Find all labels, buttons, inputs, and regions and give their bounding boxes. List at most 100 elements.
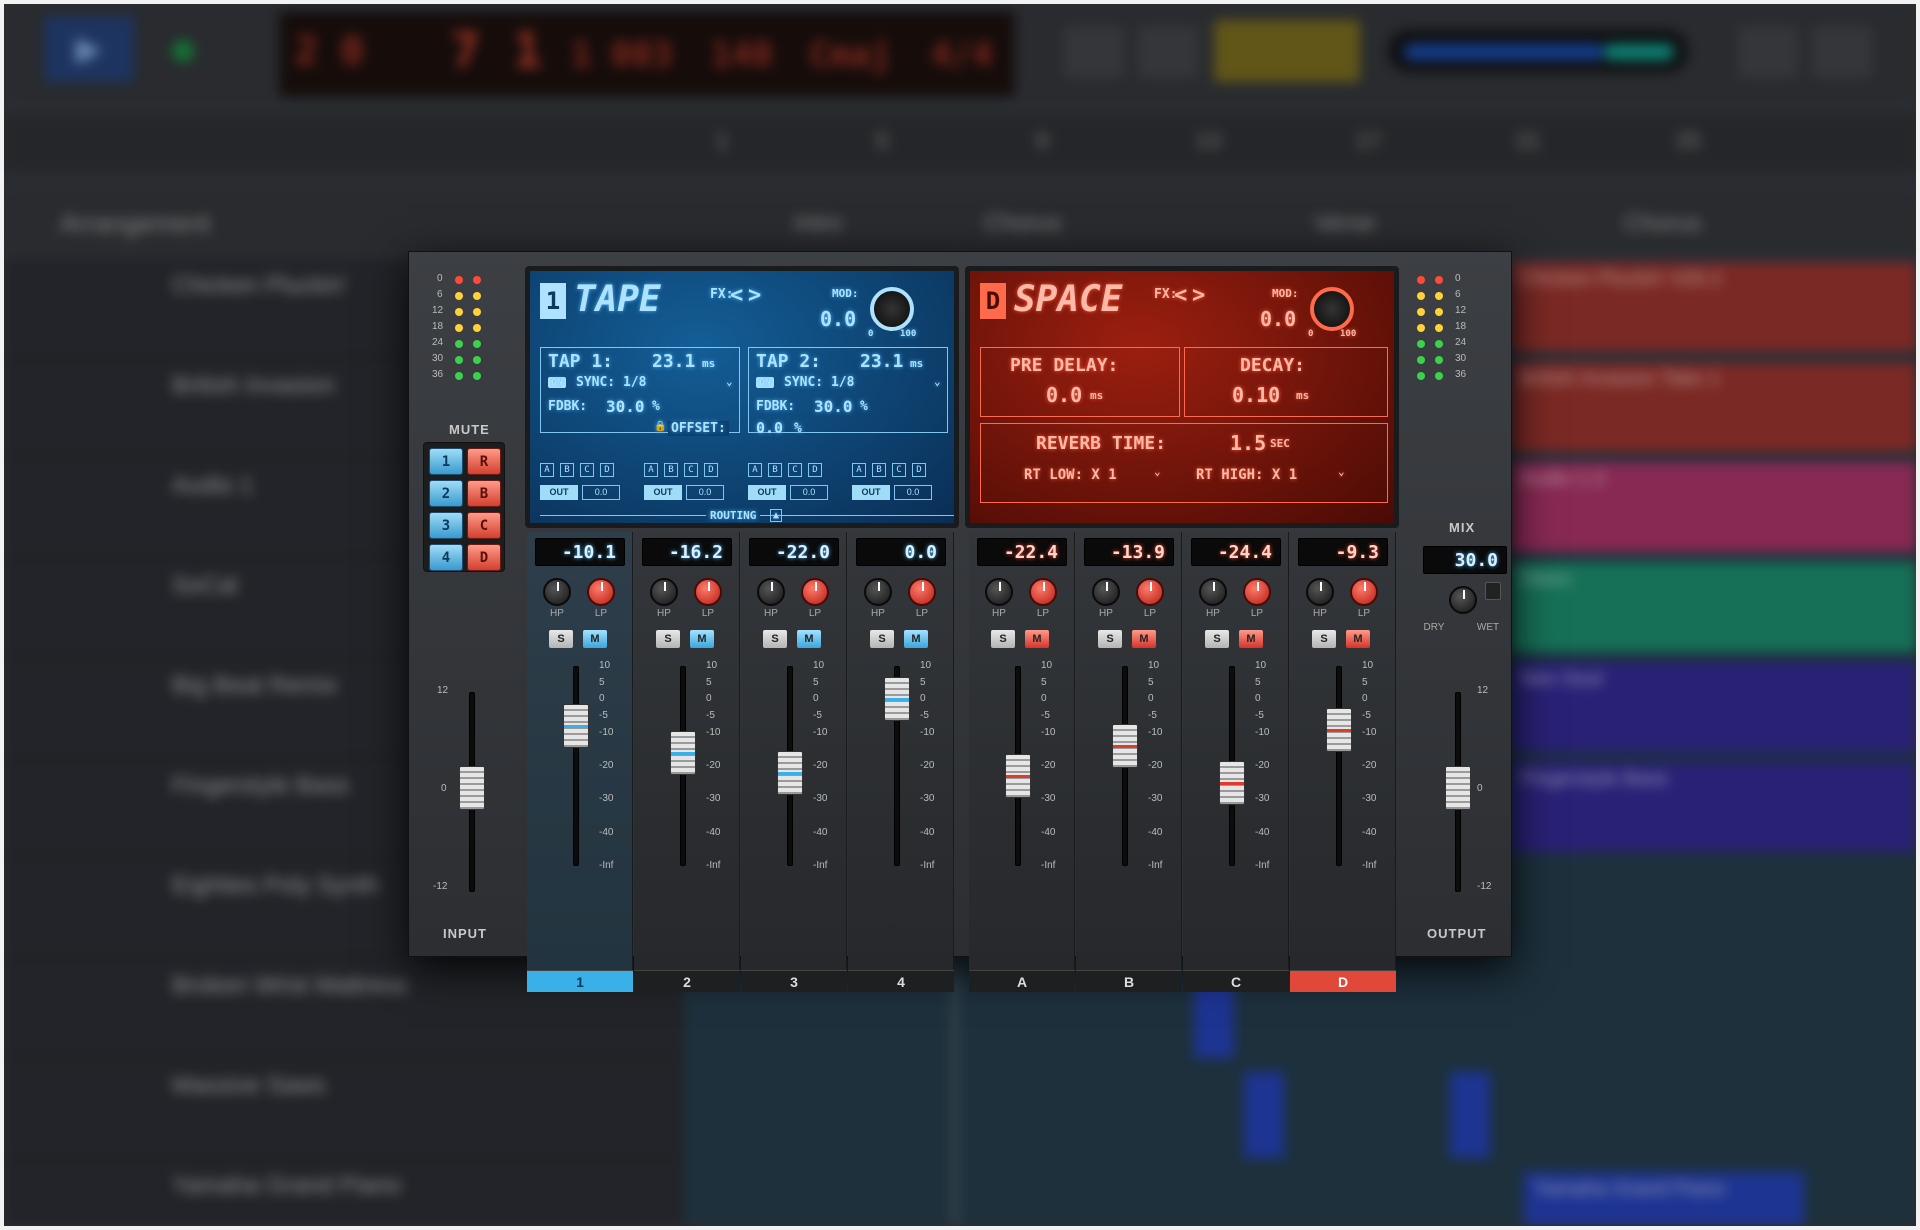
- tap2-fdbk-value[interactable]: 30.0: [814, 397, 853, 416]
- routing-checkbox[interactable]: C: [892, 463, 906, 477]
- hp-knob[interactable]: [985, 578, 1013, 606]
- hp-knob[interactable]: [1092, 578, 1120, 606]
- input-fader[interactable]: [459, 766, 485, 810]
- tap2-sync[interactable]: SYNC: 1/8: [784, 375, 854, 390]
- lp-knob[interactable]: [694, 578, 722, 606]
- region[interactable]: British Invasion Take 1: [1510, 362, 1916, 452]
- channel-tab[interactable]: C: [1183, 970, 1289, 992]
- hp-knob[interactable]: [543, 578, 571, 606]
- track-header[interactable]: Massive Saws: [4, 1058, 684, 1158]
- lp-knob[interactable]: [801, 578, 829, 606]
- region[interactable]: [1450, 1072, 1490, 1158]
- tap1-sync-dropdown-icon[interactable]: ⌄: [726, 375, 733, 388]
- routing-checkbox[interactable]: A: [852, 463, 866, 477]
- hp-knob[interactable]: [1306, 578, 1334, 606]
- channel-fader[interactable]: [1219, 760, 1245, 805]
- channel-tab[interactable]: D: [1290, 970, 1396, 992]
- rt-high-dropdown-icon[interactable]: ⌄: [1338, 465, 1345, 478]
- hp-knob[interactable]: [757, 578, 785, 606]
- predelay-value[interactable]: 0.0: [1046, 383, 1082, 407]
- lp-knob[interactable]: [1029, 578, 1057, 606]
- routing-checkbox[interactable]: B: [664, 463, 678, 477]
- channel-tab[interactable]: B: [1076, 970, 1182, 992]
- routing-out-value[interactable]: 0.0: [582, 485, 620, 500]
- hp-knob[interactable]: [650, 578, 678, 606]
- routing-checkbox[interactable]: C: [580, 463, 594, 477]
- channel-value-display[interactable]: 0.0: [856, 538, 946, 566]
- lp-knob[interactable]: [1243, 578, 1271, 606]
- toolbar-button-1[interactable]: [1738, 26, 1798, 78]
- channel-value-display[interactable]: -22.0: [749, 538, 839, 566]
- rt-low-select[interactable]: RT LOW: X 1: [1024, 467, 1117, 483]
- tape-mod-knob[interactable]: [870, 287, 914, 331]
- lp-knob[interactable]: [1136, 578, 1164, 606]
- mute-button-2[interactable]: 2: [429, 480, 463, 507]
- mute-toggle-button[interactable]: M: [1346, 630, 1370, 648]
- mute-button-1[interactable]: 1: [429, 448, 463, 475]
- routing-checkbox[interactable]: B: [768, 463, 782, 477]
- tap2-sync-dropdown-icon[interactable]: ⌄: [934, 375, 941, 388]
- decay-value[interactable]: 0.10: [1232, 383, 1280, 407]
- region[interactable]: Yamaha Grand Piano: [1524, 1172, 1804, 1226]
- channel-value-display[interactable]: -22.4: [977, 538, 1067, 566]
- toolbar-button-2[interactable]: [1812, 26, 1872, 78]
- solo-button[interactable]: S: [991, 630, 1015, 648]
- routing-collapse-icon[interactable]: ▲: [770, 509, 783, 522]
- mute-toggle-button[interactable]: M: [1132, 630, 1156, 648]
- channel-tab[interactable]: 2: [634, 970, 740, 992]
- region[interactable]: Chicken Pluckin' #26.2: [1510, 262, 1916, 352]
- mute-button-4[interactable]: 4: [429, 544, 463, 571]
- tap1-value[interactable]: 23.1: [652, 351, 695, 372]
- region[interactable]: Fingerstyle Bass: [1510, 762, 1916, 852]
- solo-button[interactable]: S: [870, 630, 894, 648]
- region[interactable]: Neo Soul: [1510, 662, 1916, 752]
- channel-fader[interactable]: [884, 677, 910, 721]
- tap2-value[interactable]: 23.1: [860, 351, 903, 372]
- routing-out-value[interactable]: 0.0: [686, 485, 724, 500]
- space-fx-prev-icon[interactable]: <: [1174, 283, 1187, 308]
- hp-knob[interactable]: [1199, 578, 1227, 606]
- mute-toggle-button[interactable]: M: [1239, 630, 1263, 648]
- routing-out-value[interactable]: 0.0: [790, 485, 828, 500]
- tap1-fdbk-value[interactable]: 30.0: [606, 397, 645, 416]
- solo-button[interactable]: S: [549, 630, 573, 648]
- dry-wet-knob[interactable]: [1449, 586, 1477, 614]
- lock-button[interactable]: [1214, 20, 1360, 82]
- channel-value-display[interactable]: -13.9: [1084, 538, 1174, 566]
- routing-out-button[interactable]: OUT: [852, 485, 890, 500]
- channel-value-display[interactable]: -16.2: [642, 538, 732, 566]
- space-mod-knob[interactable]: [1310, 287, 1354, 331]
- channel-fader[interactable]: [1005, 753, 1031, 798]
- routing-checkbox[interactable]: C: [788, 463, 802, 477]
- lp-knob[interactable]: [908, 578, 936, 606]
- routing-checkbox[interactable]: B: [872, 463, 886, 477]
- channel-value-display[interactable]: -9.3: [1298, 538, 1388, 566]
- offset-value[interactable]: 0.0: [756, 419, 783, 437]
- rt-low-dropdown-icon[interactable]: ⌄: [1154, 465, 1161, 478]
- tap1-sync[interactable]: SYNC: 1/8: [576, 375, 646, 390]
- mix-lock-icon[interactable]: [1485, 582, 1501, 600]
- channel-fader[interactable]: [670, 730, 696, 775]
- region[interactable]: Disco: [1510, 562, 1916, 652]
- routing-checkbox[interactable]: D: [704, 463, 718, 477]
- mute-toggle-button[interactable]: M: [583, 630, 607, 648]
- mute-button-d[interactable]: D: [467, 544, 501, 571]
- solo-button[interactable]: S: [1098, 630, 1122, 648]
- hp-knob[interactable]: [864, 578, 892, 606]
- solo-button[interactable]: S: [1205, 630, 1229, 648]
- rt-high-select[interactable]: RT HIGH: X 1: [1196, 467, 1297, 483]
- routing-checkbox[interactable]: D: [912, 463, 926, 477]
- mute-toggle-button[interactable]: M: [690, 630, 714, 648]
- space-fx-next-icon[interactable]: >: [1192, 283, 1205, 308]
- channel-tab[interactable]: 4: [848, 970, 954, 992]
- mix-value[interactable]: 30.0: [1423, 546, 1507, 574]
- region[interactable]: [1244, 1072, 1284, 1158]
- lp-knob[interactable]: [1350, 578, 1378, 606]
- master-volume-slider[interactable]: [1388, 30, 1688, 72]
- mute-toggle-button[interactable]: M: [1025, 630, 1049, 648]
- channel-fader[interactable]: [563, 704, 589, 749]
- routing-checkbox[interactable]: C: [684, 463, 698, 477]
- lp-knob[interactable]: [587, 578, 615, 606]
- reverb-time-value[interactable]: 1.5: [1230, 431, 1266, 455]
- tap2-on-toggle[interactable]: ON: [756, 377, 775, 388]
